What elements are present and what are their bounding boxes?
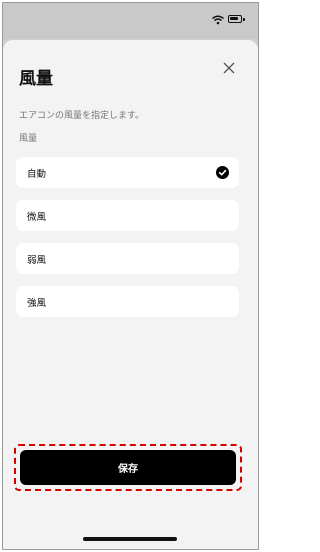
description-text: エアコンの風量を指定します。 bbox=[19, 111, 145, 121]
save-button[interactable]: 保存 bbox=[20, 450, 236, 485]
status-bar bbox=[3, 3, 258, 39]
option-label: 自動 bbox=[27, 169, 47, 180]
save-button-highlight: 保存 bbox=[14, 444, 242, 491]
close-icon[interactable] bbox=[222, 61, 236, 75]
home-indicator bbox=[83, 537, 177, 541]
option-gentle[interactable]: 微風 bbox=[16, 200, 239, 231]
phone-frame: 風量 エアコンの風量を指定します。 風量 自動 微風 弱風 強風 保存 bbox=[2, 2, 259, 550]
section-label: 風量 bbox=[19, 134, 38, 144]
sheet-title: 風量 bbox=[19, 69, 53, 89]
bottom-sheet: 風量 エアコンの風量を指定します。 風量 自動 微風 弱風 強風 保存 bbox=[3, 40, 258, 549]
option-label: 強風 bbox=[27, 298, 47, 309]
option-auto[interactable]: 自動 bbox=[16, 157, 239, 188]
wifi-icon bbox=[212, 15, 224, 25]
option-weak[interactable]: 弱風 bbox=[16, 243, 239, 274]
battery-icon bbox=[228, 15, 245, 23]
fan-speed-options: 自動 微風 弱風 強風 bbox=[16, 157, 239, 329]
option-label: 微風 bbox=[27, 212, 47, 223]
check-icon bbox=[216, 166, 229, 179]
option-strong[interactable]: 強風 bbox=[16, 286, 239, 317]
option-label: 弱風 bbox=[27, 255, 47, 266]
